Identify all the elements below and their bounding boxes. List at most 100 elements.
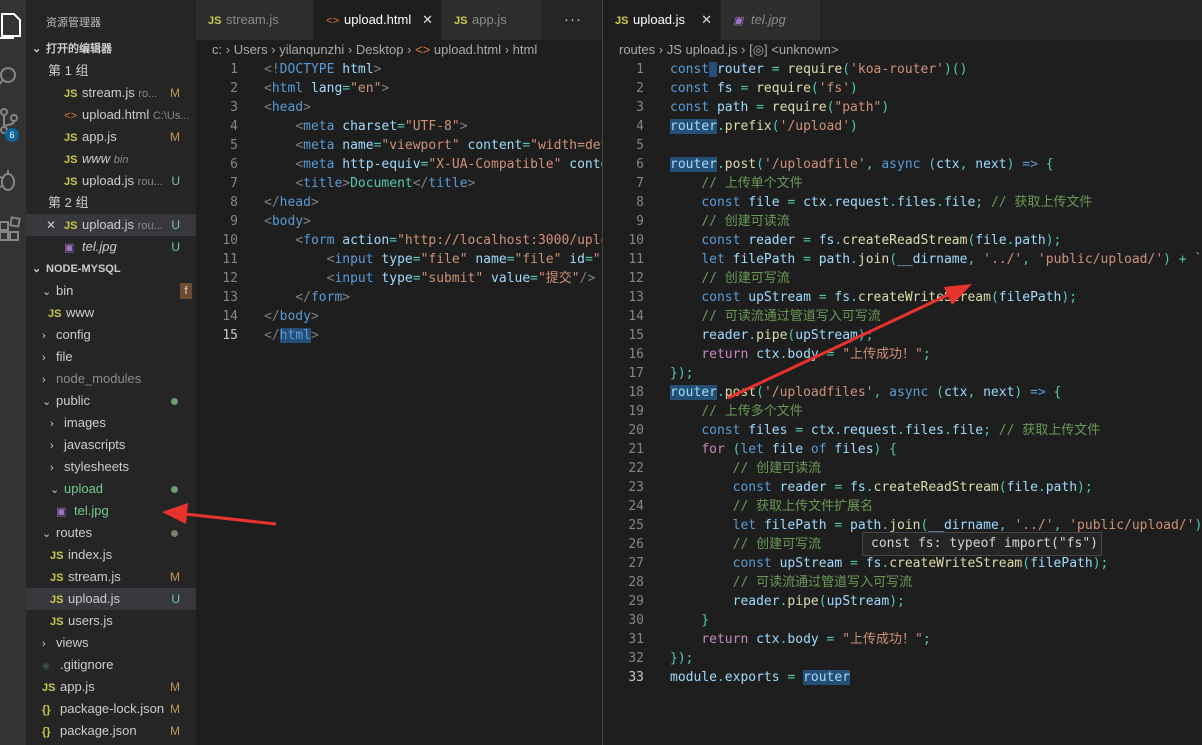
code-line[interactable]: 2 <html lang="en"> xyxy=(196,79,602,98)
tree-folder[interactable]: ⌄ upload xyxy=(26,478,196,500)
code-token: ); xyxy=(1092,556,1109,571)
code-line[interactable]: 14 </body> xyxy=(196,307,602,326)
tree-folder[interactable]: › images xyxy=(26,412,196,434)
code-line[interactable]: 15 reader.pipe(upStream); xyxy=(603,326,1202,345)
code-line[interactable]: 30 } xyxy=(603,611,1202,630)
code-line[interactable]: 5 xyxy=(603,136,1202,155)
code-token: conte xyxy=(569,157,602,172)
code-line[interactable]: 12 <input type="submit" value="提交"/> xyxy=(196,269,602,288)
code-line[interactable]: 20 const files = ctx.request.files.file;… xyxy=(603,421,1202,440)
code-token: ; xyxy=(922,632,931,647)
close-icon[interactable]: ✕ xyxy=(46,214,64,236)
code-line[interactable]: 14 // 可读流通过管道写入可写流 xyxy=(603,307,1202,326)
tree-file[interactable]: ◈ .gitignore xyxy=(26,654,196,676)
code-token: < xyxy=(295,138,304,153)
tree-folder[interactable]: ⌄ public xyxy=(26,390,196,412)
code-line[interactable]: 24 // 获取上传文件扩展名 xyxy=(603,497,1202,516)
code-line[interactable]: 7 <title>Document</title> xyxy=(196,174,602,193)
code-line[interactable]: 11 let filePath = path.join(__dirname, '… xyxy=(603,250,1202,269)
tree-file[interactable]: JS app.js M xyxy=(26,676,196,698)
code-line[interactable]: 5 <meta name="viewport" content="width=d… xyxy=(196,136,602,155)
open-editor-item[interactable]: ▣ tel.jpg U xyxy=(26,236,196,258)
code-line[interactable]: 21 for (let file of files) { xyxy=(603,440,1202,459)
tree-folder[interactable]: › views xyxy=(26,632,196,654)
code-line[interactable]: 4 <meta charset="UTF-8"> xyxy=(196,117,602,136)
tree-file[interactable]: {} package-lock.json M xyxy=(26,698,196,720)
code-line[interactable]: 4 router.prefix('/upload') xyxy=(603,117,1202,136)
code-line[interactable]: 29 reader.pipe(upStream); xyxy=(603,592,1202,611)
code-line[interactable]: 2 const fs = require('fs') xyxy=(603,79,1202,98)
code-token: const xyxy=(701,195,741,210)
tree-file[interactable]: JS users.js xyxy=(26,610,196,632)
project-header[interactable]: ⌄ NODE-MYSQL xyxy=(26,258,196,280)
search-icon[interactable] xyxy=(0,56,26,96)
tree-folder[interactable]: › file xyxy=(26,346,196,368)
code-line[interactable]: 22 // 创建可读流 xyxy=(603,459,1202,478)
code-line[interactable]: 10 const reader = fs.createReadStream(fi… xyxy=(603,231,1202,250)
code-line[interactable]: 13 </form> xyxy=(196,288,602,307)
code-line[interactable]: 12 // 创建可写流 xyxy=(603,269,1202,288)
tree-folder[interactable]: › node_modules xyxy=(26,368,196,390)
open-editor-item-active[interactable]: ✕ JS upload.js rou... U xyxy=(26,214,196,236)
tab-app-js[interactable]: JS app.js xyxy=(442,0,542,40)
tree-folder[interactable]: ⌄ bin f xyxy=(26,280,196,302)
code-line[interactable]: 28 // 可读流通过管道写入可写流 xyxy=(603,573,1202,592)
code-line[interactable]: 27 const upStream = fs.createWriteStream… xyxy=(603,554,1202,573)
open-editor-item[interactable]: JS stream.js ro... M xyxy=(26,82,196,104)
code-token: const xyxy=(732,480,772,495)
code-line[interactable]: 8 const file = ctx.request.files.file; /… xyxy=(603,193,1202,212)
open-editor-item[interactable]: JS app.js M xyxy=(26,126,196,148)
code-line[interactable]: 1 <!DOCTYPE html> xyxy=(196,60,602,79)
open-editor-item[interactable]: JS upload.js rou... U xyxy=(26,170,196,192)
tab-upload-html[interactable]: <> upload.html ✕ xyxy=(314,0,442,40)
tab-upload-js[interactable]: JS upload.js ✕ xyxy=(603,0,721,40)
code-line[interactable]: 11 <input type="file" name="file" id="f xyxy=(196,250,602,269)
debug-icon[interactable] xyxy=(0,160,26,200)
code-line[interactable]: 13 const upStream = fs.createWriteStream… xyxy=(603,288,1202,307)
editor-group-1: JS stream.js <> upload.html ✕ JS app.js ··· … xyxy=(196,0,602,745)
code-line[interactable]: 8 </head> xyxy=(196,193,602,212)
open-editor-item[interactable]: JS www bin xyxy=(26,148,196,170)
tab-tel-jpg[interactable]: ▣ tel.jpg xyxy=(721,0,821,40)
extensions-icon[interactable] xyxy=(0,208,26,248)
close-icon[interactable]: ✕ xyxy=(701,0,712,40)
code-line[interactable]: 3 const path = require("path") xyxy=(603,98,1202,117)
tree-folder[interactable]: › javascripts xyxy=(26,434,196,456)
tab-stream-js[interactable]: JS stream.js xyxy=(196,0,314,40)
code-line[interactable]: 6 router.post('/uploadfile', async (ctx, … xyxy=(603,155,1202,174)
explorer-icon[interactable] xyxy=(0,4,26,44)
code-line[interactable]: 7 // 上传单个文件 xyxy=(603,174,1202,193)
code-line[interactable]: 15 </html> xyxy=(196,326,602,345)
tree-file[interactable]: {} package.json M xyxy=(26,720,196,742)
code-line[interactable]: 23 const reader = fs.createReadStream(fi… xyxy=(603,478,1202,497)
code-line[interactable]: 16 return ctx.body = "上传成功！"; xyxy=(603,345,1202,364)
tree-folder[interactable]: › config xyxy=(26,324,196,346)
open-editor-item[interactable]: <> upload.html C:\Us... xyxy=(26,104,196,126)
code-line[interactable]: 3 <head> xyxy=(196,98,602,117)
code-line[interactable]: 31 return ctx.body = "上传成功！"; xyxy=(603,630,1202,649)
tree-file[interactable]: JS www xyxy=(26,302,196,324)
close-icon[interactable]: ✕ xyxy=(422,0,433,40)
code-line[interactable]: 32}); xyxy=(603,649,1202,668)
open-editors-header[interactable]: ⌄ 打开的编辑器 xyxy=(26,38,196,60)
code-line[interactable]: 17}); xyxy=(603,364,1202,383)
code-line[interactable]: 6 <meta http-equiv="X-UA-Compatible" con… xyxy=(196,155,602,174)
more-actions-icon[interactable]: ··· xyxy=(564,0,582,40)
code-token: . xyxy=(716,157,725,172)
code-line[interactable]: 33 module.exports = router xyxy=(603,668,1202,687)
tree-file[interactable]: JS index.js xyxy=(26,544,196,566)
code-line[interactable]: 1 const router = require('koa-router')() xyxy=(603,60,1202,79)
code-line[interactable]: 9 <body> xyxy=(196,212,602,231)
tree-folder[interactable]: › stylesheets xyxy=(26,456,196,478)
tree-file-active[interactable]: JS upload.js U xyxy=(26,588,196,610)
code-line[interactable]: 18 router.post('/uploadfiles', async (ctx… xyxy=(603,383,1202,402)
tree-file[interactable]: ▣ tel.jpg xyxy=(26,500,196,522)
code-line[interactable]: 19 // 上传多个文件 xyxy=(603,402,1202,421)
code-line[interactable]: 10 <form action="http://localhost:3000/u… xyxy=(196,231,602,250)
tree-folder[interactable]: ⌄ routes xyxy=(26,522,196,544)
tree-file[interactable]: JS stream.js M xyxy=(26,566,196,588)
code-line[interactable]: 9 // 创建可读流 xyxy=(603,212,1202,231)
code-token: return xyxy=(701,632,749,647)
